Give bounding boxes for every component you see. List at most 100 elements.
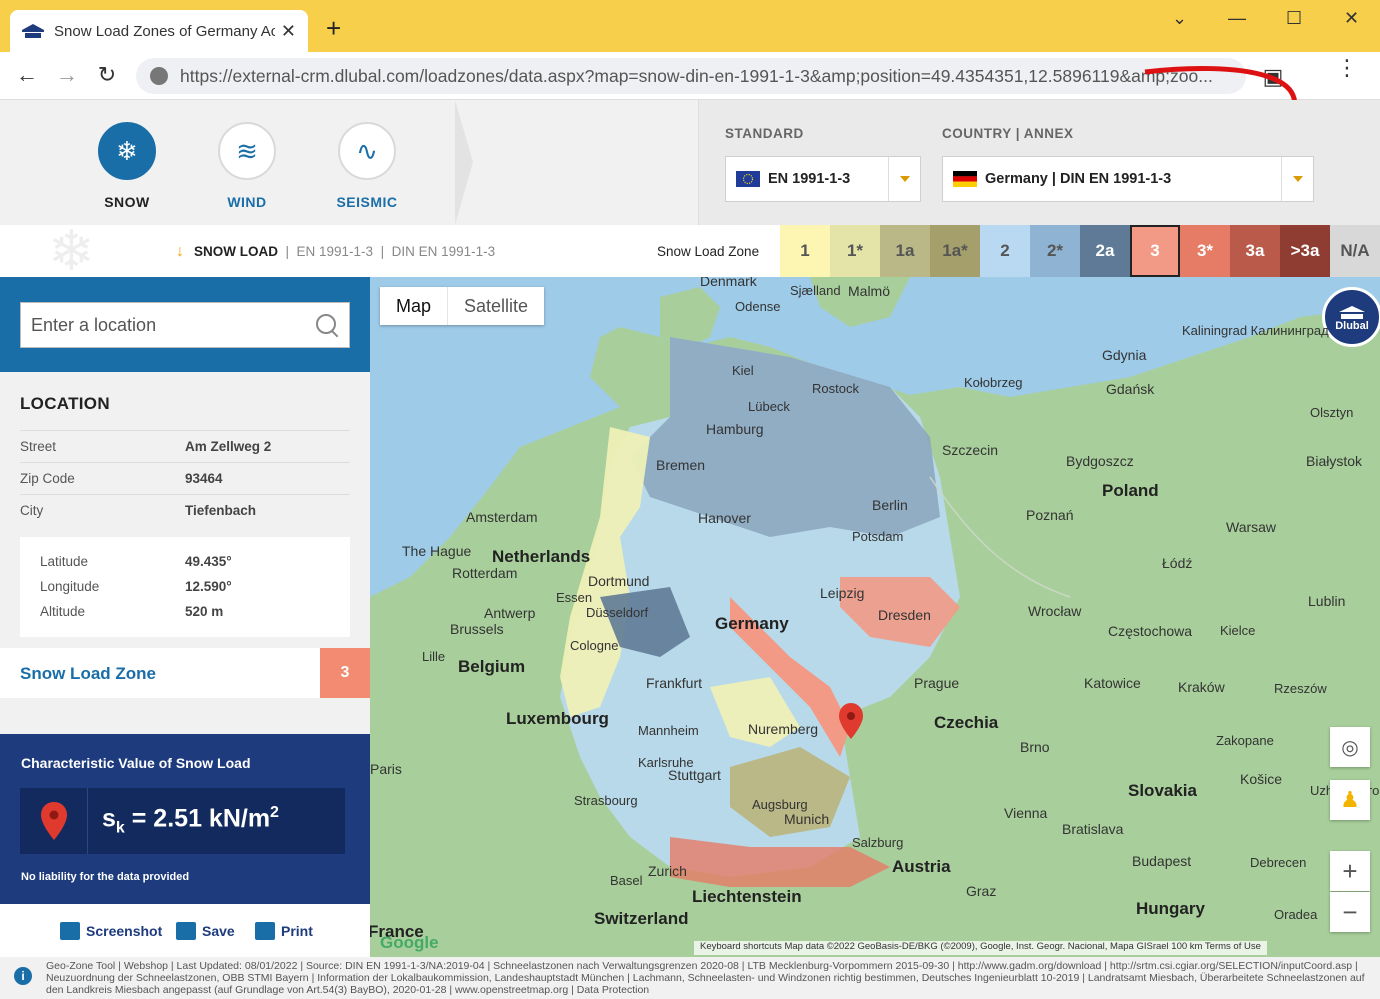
zone-chip: 2a <box>1080 225 1130 277</box>
map-place-label: Salzburg <box>852 835 903 850</box>
map-place-label: Switzerland <box>594 909 688 929</box>
location-search-input[interactable] <box>31 315 315 336</box>
save-button[interactable]: Save <box>176 922 235 940</box>
snowflake-icon: ❄ <box>98 122 156 180</box>
map-place-label: Dortmund <box>588 573 649 589</box>
dlubal-logo[interactable]: Dlubal <box>1322 287 1380 347</box>
map-place-label: Leipzig <box>820 585 864 601</box>
screenshot-button[interactable]: Screenshot <box>60 922 162 940</box>
map-place-label: Częstochowa <box>1108 623 1192 639</box>
map-place-label: Graz <box>966 883 996 899</box>
map-place-label: Czechia <box>934 713 998 733</box>
minimize-icon[interactable]: — <box>1228 8 1246 29</box>
snow-load-zone-row: Snow Load Zone 3 <box>0 648 370 698</box>
map-place-label: Brno <box>1020 739 1050 755</box>
map-place-label: Paris <box>370 761 402 777</box>
map-place-label: Poland <box>1102 481 1159 501</box>
search-icon[interactable] <box>315 313 339 337</box>
floppy-disk-icon <box>176 922 196 940</box>
zoom-in-button[interactable]: + <box>1330 851 1370 891</box>
load-type-selector: ❄ SNOW ≋ WIND ∿ SEISMIC <box>0 100 470 225</box>
arrow-down-icon: ↓ <box>176 243 184 260</box>
liability-note: No liability for the data provided <box>21 871 189 883</box>
reload-icon[interactable]: ↻ <box>94 62 120 88</box>
map-attribution[interactable]: Keyboard shortcuts Map data ©2022 GeoBas… <box>694 941 1267 955</box>
seismic-icon: ∿ <box>338 122 396 180</box>
map-place-label: Strasbourg <box>574 793 638 808</box>
chevron-down-icon[interactable]: ⌄ <box>1172 8 1187 29</box>
print-button[interactable]: Print <box>255 922 313 940</box>
wind-label: WIND <box>207 194 287 210</box>
close-tab-icon[interactable]: ✕ <box>281 21 296 42</box>
map-place-label: Zakopane <box>1216 733 1274 748</box>
location-panel: LOCATION StreetAm Zellweg 2 Zip Code9346… <box>0 277 370 957</box>
seismic-label: SEISMIC <box>327 194 407 210</box>
seismic-tab[interactable]: ∿ SEISMIC <box>327 122 407 210</box>
address-bar[interactable]: https://external-crm.dlubal.com/loadzone… <box>136 58 1246 94</box>
map-place-label: Budapest <box>1132 853 1191 869</box>
location-search[interactable] <box>20 302 350 348</box>
site-info-icon[interactable] <box>150 67 168 85</box>
snow-load-value-box: sk = 2.51 kN/m2 <box>20 788 345 854</box>
map-view[interactable]: Map Satellite Dlubal DenmarkMalmöOdenseS… <box>370 277 1380 957</box>
standard-select[interactable]: EN 1991-1-3 <box>725 156 921 202</box>
country-label: COUNTRY | ANNEX <box>942 126 1074 141</box>
standard-label: STANDARD <box>725 126 804 141</box>
map-place-label: Bratislava <box>1062 821 1123 837</box>
map-place-label: Basel <box>610 873 643 888</box>
map-place-label: Kołobrzeg <box>964 375 1023 390</box>
map-place-label: Rostock <box>812 381 859 396</box>
map-place-label: Hanover <box>698 510 751 526</box>
dropdown-arrow-icon[interactable] <box>1281 157 1313 201</box>
map-place-label: Lille <box>422 649 445 664</box>
map-place-label: Odense <box>735 299 781 314</box>
map-button[interactable]: Map <box>380 287 448 325</box>
map-place-label: Antwerp <box>484 605 535 621</box>
map-place-label: Lübeck <box>748 399 790 414</box>
page-footer: i Geo-Zone Tool | Webshop | Last Updated… <box>0 957 1380 999</box>
street-view-pegman-icon[interactable]: ♟ <box>1330 780 1370 820</box>
zone-chip: 1a <box>880 225 930 277</box>
map-place-label: Hungary <box>1136 899 1205 919</box>
browser-tab[interactable]: Snow Load Zones of Germany Ac ✕ <box>10 10 308 52</box>
zone-badge: 3 <box>320 648 370 698</box>
satellite-button[interactable]: Satellite <box>448 287 544 325</box>
map-place-label: Düsseldorf <box>586 605 648 620</box>
snow-load-zone-legend-label: Snow Load Zone <box>657 244 759 259</box>
map-place-label: Hamburg <box>706 421 764 437</box>
wind-tab[interactable]: ≋ WIND <box>207 122 287 210</box>
map-place-label: Debrecen <box>1250 855 1306 870</box>
snow-tab[interactable]: ❄ SNOW <box>87 122 167 210</box>
characteristic-title: Characteristic Value of Snow Load <box>21 755 251 771</box>
map-place-label: Vienna <box>1004 805 1047 821</box>
zone-chip: 1* <box>830 225 880 277</box>
zone-chip: 2 <box>980 225 1030 277</box>
forward-icon[interactable]: → <box>54 62 80 88</box>
map-place-label: Kiel <box>732 363 754 378</box>
latitude-row: Latitude49.435° <box>40 554 232 569</box>
close-window-icon[interactable]: ✕ <box>1344 8 1359 29</box>
header-divider-chevron <box>455 100 473 225</box>
zoom-out-button[interactable]: − <box>1330 892 1370 932</box>
my-location-button[interactable]: ◎ <box>1330 727 1370 767</box>
footer-sources[interactable]: Geo-Zone Tool | Webshop | Last Updated: … <box>46 960 1371 996</box>
country-select[interactable]: Germany | DIN EN 1991-1-3 <box>942 156 1314 202</box>
map-place-label: Gdynia <box>1102 347 1146 363</box>
map-place-label: Košice <box>1240 771 1282 787</box>
back-icon[interactable]: ← <box>14 62 40 88</box>
city-row: CityTiefenbach <box>20 494 350 526</box>
map-place-label: Munich <box>784 811 829 827</box>
zone-chip: 3a <box>1230 225 1280 277</box>
map-place-label: Prague <box>914 675 959 691</box>
page-header: ❄ SNOW ≋ WIND ∿ SEISMIC STANDARD COUNTRY… <box>0 100 1380 225</box>
map-place-label: Wrocław <box>1028 603 1081 619</box>
snow-load-heading: ↓SNOW LOAD | EN 1991-1-3 | DIN EN 1991-1… <box>176 243 495 261</box>
new-tab-button[interactable]: + <box>326 16 341 40</box>
action-bar: Screenshot Save Print <box>0 904 370 957</box>
snow-load-zone-title: Snow Load Zone <box>20 664 156 684</box>
map-place-label: Białystok <box>1306 453 1362 469</box>
maximize-icon[interactable]: ☐ <box>1286 8 1302 29</box>
map-place-label: Szczecin <box>942 442 998 458</box>
map-place-label: Rzeszów <box>1274 681 1327 696</box>
dropdown-arrow-icon[interactable] <box>888 157 920 201</box>
